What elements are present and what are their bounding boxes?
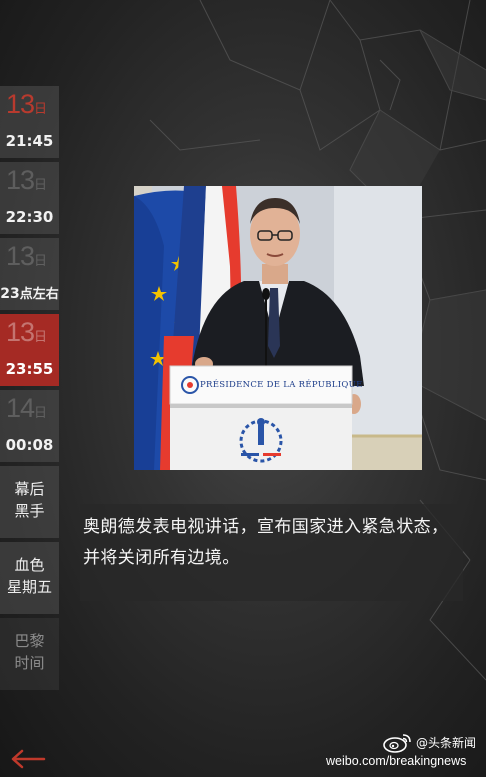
timeline-time: 21:45: [5, 132, 54, 150]
timeline-time: 23:55: [5, 360, 54, 378]
timeline-day: 14日: [6, 393, 48, 423]
timeline-label: 幕后 黑手: [14, 480, 45, 520]
timeline-item-13-2145[interactable]: 13日 21:45: [0, 86, 59, 158]
timeline-item-bloody-friday[interactable]: 血色 星期五: [0, 542, 59, 614]
timeline-item-13-2230[interactable]: 13日 22:30: [0, 162, 59, 234]
podium-text: PRÉSIDENCE DE LA RÉPUBLIQUE: [200, 380, 363, 390]
timeline-item-13-2355-active[interactable]: 13日 23:55: [0, 314, 59, 386]
timeline-time: 00:08: [5, 436, 54, 454]
timeline-label: 血色 星期五: [6, 556, 52, 596]
watermark-url: weibo.com/breakingnews: [326, 754, 467, 768]
watermark: @头条新闻: [383, 731, 476, 753]
timeline-day: 13日: [6, 89, 48, 119]
weibo-icon: [383, 734, 411, 753]
timeline-item-14-0008[interactable]: 14日 00:08: [0, 390, 59, 462]
timeline-day: 13日: [6, 165, 48, 195]
caption-line-2: 并将关闭所有边境。: [83, 548, 240, 568]
watermark-handle: @头条新闻: [416, 735, 477, 750]
news-photo: PRÉSIDENCE DE LA RÉPUBLIQUE: [134, 186, 422, 470]
timeline-item-paris-time[interactable]: 巴黎 时间: [0, 618, 59, 690]
stage: 13日 21:45 13日 22:30 13日 23点左右 13日 23:55 …: [0, 0, 486, 777]
timeline-time: 22:30: [5, 208, 54, 226]
timeline-item-13-23[interactable]: 13日 23点左右: [0, 238, 59, 310]
timeline-sidebar: 13日 21:45 13日 22:30 13日 23点左右 13日 23:55 …: [0, 86, 59, 694]
news-caption: 奥朗德发表电视讲话，宣布国家进入紧急状态， 并将关闭所有边境。: [80, 504, 463, 601]
back-arrow-icon[interactable]: [10, 748, 46, 770]
timeline-day: 13日: [6, 317, 48, 347]
timeline-time: 23点左右: [0, 286, 59, 302]
timeline-item-behind-scenes[interactable]: 幕后 黑手: [0, 466, 59, 538]
president-speech-illustration: [134, 186, 422, 470]
timeline-day: 13日: [6, 241, 48, 271]
caption-line-1: 奥朗德发表电视讲话，宣布国家进入紧急状态，: [83, 517, 449, 537]
timeline-label: 巴黎 时间: [14, 632, 45, 672]
